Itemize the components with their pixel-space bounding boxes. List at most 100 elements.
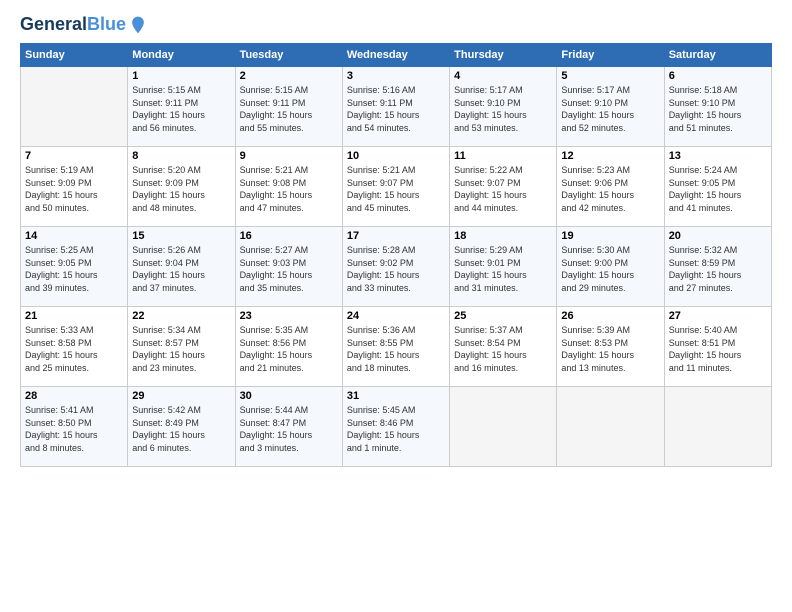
calendar-cell: 31Sunrise: 5:45 AM Sunset: 8:46 PM Dayli… [342,387,449,467]
weekday-header-cell: Monday [128,44,235,67]
day-info: Sunrise: 5:15 AM Sunset: 9:11 PM Dayligh… [240,84,338,134]
day-number: 3 [347,70,445,82]
logo: GeneralBlue [20,15,148,35]
weekday-header-cell: Thursday [450,44,557,67]
day-number: 8 [132,150,230,162]
day-info: Sunrise: 5:30 AM Sunset: 9:00 PM Dayligh… [561,244,659,294]
day-number: 17 [347,230,445,242]
day-info: Sunrise: 5:40 AM Sunset: 8:51 PM Dayligh… [669,324,767,374]
calendar-cell: 14 Sunrise: 5:25 AM Sunset: 9:05 PM Dayli… [21,227,128,307]
calendar-cell: 9 Sunrise: 5:21 AM Sunset: 9:08 PM Daylig… [235,147,342,227]
day-info: Sunrise: 5:29 AM Sunset: 9:01 PM Dayligh… [454,244,552,294]
calendar-cell: 13 Sunrise: 5:24 AM Sunset: 9:05 PM Dayli… [664,147,771,227]
calendar-cell: 17 Sunrise: 5:28 AM Sunset: 9:02 PM Dayli… [342,227,449,307]
day-info: Sunrise: 5:33 AM Sunset: 8:58 PM Dayligh… [25,324,123,374]
calendar-cell: 8 Sunrise: 5:20 AM Sunset: 9:09 PM Daylig… [128,147,235,227]
day-number: 11 [454,150,552,162]
calendar-cell: 12 Sunrise: 5:23 AM Sunset: 9:06 PM Dayli… [557,147,664,227]
calendar-cell [664,387,771,467]
day-info: Sunrise: 5:15 AM Sunset: 9:11 PM Dayligh… [132,84,230,134]
day-info: Sunrise: 5:27 AM Sunset: 9:03 PM Dayligh… [240,244,338,294]
weekday-header-cell: Tuesday [235,44,342,67]
day-info: Sunrise: 5:22 AM Sunset: 9:07 PM Dayligh… [454,164,552,214]
day-info: Sunrise: 5:17 AM Sunset: 9:10 PM Dayligh… [454,84,552,134]
calendar-cell [450,387,557,467]
day-number: 10 [347,150,445,162]
day-info: Sunrise: 5:36 AM Sunset: 8:55 PM Dayligh… [347,324,445,374]
calendar-cell: 6Sunrise: 5:18 AM Sunset: 9:10 PM Daylig… [664,67,771,147]
calendar-week-row: 7 Sunrise: 5:19 AM Sunset: 9:09 PM Daylig… [21,147,772,227]
calendar-cell: 16 Sunrise: 5:27 AM Sunset: 9:03 PM Dayli… [235,227,342,307]
calendar-table: SundayMondayTuesdayWednesdayThursdayFrid… [20,43,772,467]
day-info: Sunrise: 5:39 AM Sunset: 8:53 PM Dayligh… [561,324,659,374]
calendar-cell: 10Sunrise: 5:21 AM Sunset: 9:07 PM Dayli… [342,147,449,227]
day-number: 25 [454,310,552,322]
day-info: Sunrise: 5:20 AM Sunset: 9:09 PM Dayligh… [132,164,230,214]
day-number: 31 [347,390,445,402]
day-info: Sunrise: 5:24 AM Sunset: 9:05 PM Dayligh… [669,164,767,214]
day-number: 13 [669,150,767,162]
day-number: 28 [25,390,123,402]
day-number: 9 [240,150,338,162]
day-number: 22 [132,310,230,322]
day-number: 1 [132,70,230,82]
calendar-cell [21,67,128,147]
day-info: Sunrise: 5:18 AM Sunset: 9:10 PM Dayligh… [669,84,767,134]
day-info: Sunrise: 5:42 AM Sunset: 8:49 PM Dayligh… [132,404,230,454]
calendar-cell: 25 Sunrise: 5:37 AM Sunset: 8:54 PM Dayli… [450,307,557,387]
day-info: Sunrise: 5:21 AM Sunset: 9:08 PM Dayligh… [240,164,338,214]
day-number: 5 [561,70,659,82]
weekday-header-cell: Wednesday [342,44,449,67]
calendar-cell: 4Sunrise: 5:17 AM Sunset: 9:10 PM Daylig… [450,67,557,147]
day-number: 7 [25,150,123,162]
day-number: 29 [132,390,230,402]
calendar-week-row: 14 Sunrise: 5:25 AM Sunset: 9:05 PM Dayli… [21,227,772,307]
calendar-cell: 29 Sunrise: 5:42 AM Sunset: 8:49 PM Dayli… [128,387,235,467]
logo-text: GeneralBlue [20,15,126,35]
day-info: Sunrise: 5:44 AM Sunset: 8:47 PM Dayligh… [240,404,338,454]
calendar-cell: 2 Sunrise: 5:15 AM Sunset: 9:11 PM Daylig… [235,67,342,147]
weekday-header-cell: Sunday [21,44,128,67]
calendar-cell: 5Sunrise: 5:17 AM Sunset: 9:10 PM Daylig… [557,67,664,147]
calendar-week-row: 21Sunrise: 5:33 AM Sunset: 8:58 PM Dayli… [21,307,772,387]
calendar-cell: 27 Sunrise: 5:40 AM Sunset: 8:51 PM Dayli… [664,307,771,387]
day-number: 24 [347,310,445,322]
day-number: 19 [561,230,659,242]
day-number: 30 [240,390,338,402]
calendar-cell: 23 Sunrise: 5:35 AM Sunset: 8:56 PM Dayli… [235,307,342,387]
day-number: 2 [240,70,338,82]
day-info: Sunrise: 5:19 AM Sunset: 9:09 PM Dayligh… [25,164,123,214]
day-info: Sunrise: 5:16 AM Sunset: 9:11 PM Dayligh… [347,84,445,134]
day-info: Sunrise: 5:25 AM Sunset: 9:05 PM Dayligh… [25,244,123,294]
day-info: Sunrise: 5:35 AM Sunset: 8:56 PM Dayligh… [240,324,338,374]
calendar-cell: 26Sunrise: 5:39 AM Sunset: 8:53 PM Dayli… [557,307,664,387]
calendar-cell: 28 Sunrise: 5:41 AM Sunset: 8:50 PM Dayli… [21,387,128,467]
calendar-cell: 20Sunrise: 5:32 AM Sunset: 8:59 PM Dayli… [664,227,771,307]
day-number: 12 [561,150,659,162]
weekday-header-row: SundayMondayTuesdayWednesdayThursdayFrid… [21,44,772,67]
logo-icon [128,15,148,35]
day-info: Sunrise: 5:28 AM Sunset: 9:02 PM Dayligh… [347,244,445,294]
day-number: 27 [669,310,767,322]
day-number: 14 [25,230,123,242]
day-number: 23 [240,310,338,322]
header: GeneralBlue [20,15,772,35]
weekday-header-cell: Friday [557,44,664,67]
day-info: Sunrise: 5:41 AM Sunset: 8:50 PM Dayligh… [25,404,123,454]
calendar-cell: 1 Sunrise: 5:15 AM Sunset: 9:11 PM Daylig… [128,67,235,147]
day-info: Sunrise: 5:23 AM Sunset: 9:06 PM Dayligh… [561,164,659,214]
calendar-cell: 18 Sunrise: 5:29 AM Sunset: 9:01 PM Dayli… [450,227,557,307]
calendar-cell: 7 Sunrise: 5:19 AM Sunset: 9:09 PM Daylig… [21,147,128,227]
weekday-header-cell: Saturday [664,44,771,67]
day-number: 18 [454,230,552,242]
calendar-cell: 21Sunrise: 5:33 AM Sunset: 8:58 PM Dayli… [21,307,128,387]
calendar-week-row: 28 Sunrise: 5:41 AM Sunset: 8:50 PM Dayli… [21,387,772,467]
day-number: 16 [240,230,338,242]
day-number: 20 [669,230,767,242]
calendar-cell: 22Sunrise: 5:34 AM Sunset: 8:57 PM Dayli… [128,307,235,387]
day-info: Sunrise: 5:37 AM Sunset: 8:54 PM Dayligh… [454,324,552,374]
calendar-cell [557,387,664,467]
calendar-cell: 30 Sunrise: 5:44 AM Sunset: 8:47 PM Dayli… [235,387,342,467]
calendar-cell: 19 Sunrise: 5:30 AM Sunset: 9:00 PM Dayli… [557,227,664,307]
calendar-body: 1 Sunrise: 5:15 AM Sunset: 9:11 PM Daylig… [21,67,772,467]
